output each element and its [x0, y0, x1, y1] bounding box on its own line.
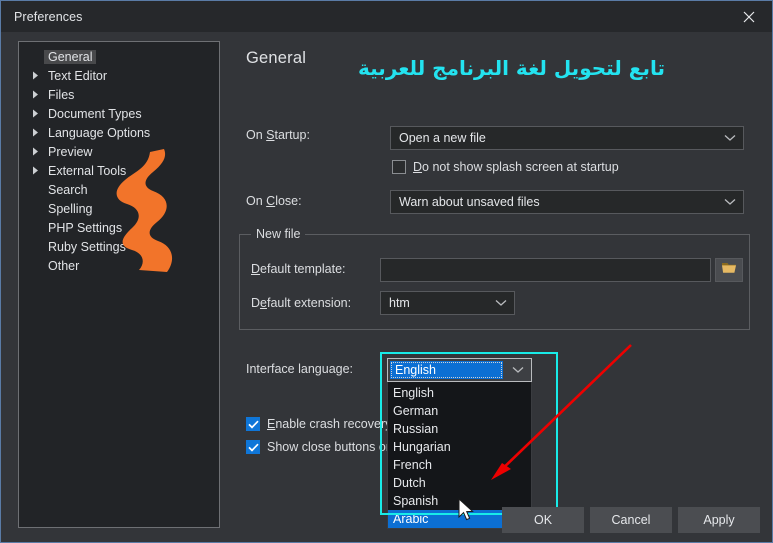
on-startup-combobox[interactable]: Open a new file — [390, 126, 744, 150]
sidebar-item-text-editor[interactable]: Text Editor — [19, 66, 219, 85]
sidebar-item-label: Document Types — [48, 106, 142, 121]
splash-screen-checkbox-row[interactable]: Do not show splash screen at startup — [392, 160, 619, 174]
crash-recovery-checkbox-row[interactable]: Enable crash recovery — [246, 417, 391, 431]
language-option-hungarian[interactable]: Hungarian — [388, 438, 531, 456]
settings-tree[interactable]: General Text Editor Files Document Types — [18, 41, 220, 528]
sidebar-item-general[interactable]: General — [19, 47, 219, 66]
sidebar-item-language-options[interactable]: Language Options — [19, 123, 219, 142]
language-option-russian[interactable]: Russian — [388, 420, 531, 438]
sidebar-item-label: Preview — [48, 144, 93, 159]
language-option-english[interactable]: English — [388, 384, 531, 402]
ok-button[interactable]: OK — [502, 507, 584, 533]
close-buttons-checkbox-row[interactable]: Show close buttons on t — [246, 440, 400, 454]
chevron-right-icon[interactable] — [26, 128, 44, 137]
language-option-german[interactable]: German — [388, 402, 531, 420]
chevron-down-icon[interactable] — [717, 198, 743, 206]
on-close-combobox[interactable]: Warn about unsaved files — [390, 190, 744, 214]
close-buttons-checkbox[interactable] — [246, 440, 260, 454]
window-title: Preferences — [14, 9, 83, 24]
sidebar-item-label: General — [44, 49, 97, 64]
language-option-dutch[interactable]: Dutch — [388, 474, 531, 492]
chevron-down-icon[interactable] — [505, 366, 531, 374]
apply-button[interactable]: Apply — [678, 507, 760, 533]
sidebar-item-label: External Tools — [48, 163, 127, 178]
close-buttons-label: Show close buttons on t — [267, 440, 400, 454]
sidebar-item-document-types[interactable]: Document Types — [19, 104, 219, 123]
chevron-down-icon[interactable] — [717, 134, 743, 142]
window-body: General Text Editor Files Document Types — [1, 32, 772, 542]
sidebar-item-label: Search — [48, 182, 88, 197]
interface-language-label: Interface language: — [246, 362, 354, 376]
default-extension-label: Default extension: — [251, 296, 352, 310]
default-extension-combobox[interactable]: htm — [380, 291, 515, 315]
default-template-input[interactable] — [380, 258, 711, 282]
chevron-right-icon[interactable] — [26, 71, 44, 80]
interface-language-selected-value: English — [390, 361, 503, 379]
sidebar-item-label: Text Editor — [48, 68, 108, 83]
on-close-label: On Close: — [246, 194, 302, 208]
splash-screen-checkbox[interactable] — [392, 160, 406, 174]
sidebar-item-files[interactable]: Files — [19, 85, 219, 104]
new-file-group-title: New file — [251, 227, 306, 241]
sidebar-item-search[interactable]: Search — [19, 180, 219, 199]
sidebar-item-label: Other — [48, 258, 80, 273]
default-template-label: Default template: — [251, 262, 346, 276]
sidebar-item-label: Ruby Settings — [48, 239, 126, 254]
on-close-value: Warn about unsaved files — [399, 195, 540, 209]
interface-language-combobox[interactable]: English — [387, 358, 532, 382]
crash-recovery-checkbox[interactable] — [246, 417, 260, 431]
sidebar-item-label: Spelling — [48, 201, 93, 216]
preferences-window: Preferences General Text Editor Files Do… — [0, 0, 773, 543]
sidebar-item-label: PHP Settings — [48, 220, 123, 235]
splash-screen-label: Do not show splash screen at startup — [413, 160, 619, 174]
sidebar-item-external-tools[interactable]: External Tools — [19, 161, 219, 180]
sidebar-item-label: Language Options — [48, 125, 151, 140]
chevron-right-icon[interactable] — [26, 147, 44, 156]
sidebar-item-ruby-settings[interactable]: Ruby Settings — [19, 237, 219, 256]
default-extension-value: htm — [389, 296, 410, 310]
close-icon[interactable] — [726, 1, 772, 32]
folder-open-icon — [721, 261, 738, 280]
cancel-button[interactable]: Cancel — [590, 507, 672, 533]
title-bar: Preferences — [1, 1, 772, 33]
on-startup-label: On Startup: — [246, 128, 310, 142]
chevron-right-icon[interactable] — [26, 166, 44, 175]
chevron-down-icon[interactable] — [488, 299, 514, 307]
browse-template-button[interactable] — [715, 258, 743, 282]
chevron-right-icon[interactable] — [26, 109, 44, 118]
arabic-annotation-text: تابع لتحويل لغة البرنامج للعربية — [358, 56, 665, 80]
chevron-right-icon[interactable] — [26, 90, 44, 99]
sidebar-item-spelling[interactable]: Spelling — [19, 199, 219, 218]
sidebar-item-other[interactable]: Other — [19, 256, 219, 275]
new-file-groupbox: New file — [239, 227, 750, 330]
page-title: General — [246, 49, 307, 67]
language-option-french[interactable]: French — [388, 456, 531, 474]
sidebar-item-label: Files — [48, 87, 75, 102]
sidebar-item-preview[interactable]: Preview — [19, 142, 219, 161]
sidebar-item-php-settings[interactable]: PHP Settings — [19, 218, 219, 237]
crash-recovery-label: Enable crash recovery — [267, 417, 392, 431]
on-startup-value: Open a new file — [399, 131, 486, 145]
